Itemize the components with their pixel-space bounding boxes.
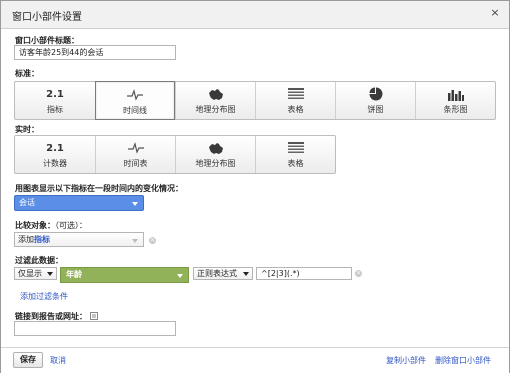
standard-bar-button[interactable]: 条形图 <box>415 82 495 119</box>
realtime-counter-label: 计数器 <box>43 159 67 168</box>
realtime-map-label: 地理分布图 <box>195 159 236 168</box>
counter-icon: 2.1 <box>46 142 64 154</box>
timeline-icon <box>127 89 143 101</box>
filter-match-select[interactable]: 正则表达式 <box>193 267 253 280</box>
widget-title-input[interactable] <box>14 45 176 60</box>
realtime-table-label: 表格 <box>287 159 304 168</box>
standard-metric-button[interactable]: 2.1 指标 <box>15 82 95 119</box>
filter-mode-select[interactable]: 仅显示 <box>14 267 57 280</box>
standard-pie-label: 饼图 <box>367 105 384 114</box>
chevron-down-icon <box>243 272 249 276</box>
filter-label: 过滤此数据： <box>15 256 63 265</box>
help-icon[interactable] <box>90 312 98 320</box>
save-button[interactable]: 保存 <box>13 352 43 368</box>
metric-icon: 2.1 <box>46 88 64 100</box>
table-icon <box>287 87 304 99</box>
realtime-label: 实时： <box>15 125 39 134</box>
standard-pie-button[interactable]: 饼图 <box>335 82 415 119</box>
map-icon <box>208 88 223 100</box>
map-icon <box>208 142 223 154</box>
chevron-down-icon <box>132 239 138 243</box>
realtime-counter-button[interactable]: 2.1 计数器 <box>15 136 95 173</box>
standard-timeline-label: 时间线 <box>123 106 147 115</box>
standard-visualization-group: 2.1 指标 时间线 地理分布图 表格 饼图 条形图 <box>14 81 496 120</box>
standard-label: 标准： <box>15 69 39 78</box>
standard-table-label: 表格 <box>287 105 304 114</box>
metric-label: 用图表显示以下指标在一段时间内的变化情况： <box>15 184 183 193</box>
standard-metric-label: 指标 <box>47 105 63 114</box>
widget-settings-dialog: 窗口小部件设置 × 窗口小部件标题： 标准： 2.1 指标 时间线 地理分布图 <box>0 0 510 373</box>
compare-add-prefix: 添加 <box>18 235 34 244</box>
standard-bar-label: 条形图 <box>443 105 468 114</box>
standard-map-button[interactable]: 地理分布图 <box>175 82 255 119</box>
bar-chart-icon <box>447 89 464 101</box>
dialog-footer: 保存 取消 复制小部件 删除窗口小部件 <box>1 347 509 373</box>
filter-mode-value: 仅显示 <box>18 269 42 278</box>
filter-expression-input[interactable] <box>256 267 352 280</box>
realtime-timeline-button[interactable]: 时间表 <box>95 136 175 173</box>
add-filter-link[interactable]: 添加过滤条件 <box>20 291 68 302</box>
cancel-link[interactable]: 取消 <box>50 355 66 366</box>
link-label-text: 链接到报告或网址： <box>15 312 87 321</box>
metric-select-value: 会话 <box>19 198 35 207</box>
link-url-input[interactable] <box>14 321 176 336</box>
close-icon[interactable]: × <box>489 7 501 19</box>
chevron-down-icon <box>47 272 53 276</box>
realtime-table-button[interactable]: 表格 <box>255 136 335 173</box>
realtime-timeline-label: 时间表 <box>123 159 148 168</box>
dialog-title: 窗口小部件设置 <box>12 12 82 23</box>
remove-filter-icon[interactable]: × <box>355 270 362 277</box>
pie-icon <box>369 87 382 101</box>
remove-compare-icon[interactable]: × <box>149 237 156 244</box>
chevron-down-icon <box>177 274 183 278</box>
filter-match-value: 正则表达式 <box>197 269 237 278</box>
timeline-icon <box>127 142 144 154</box>
realtime-map-button[interactable]: 地理分布图 <box>175 136 255 173</box>
realtime-visualization-group: 2.1 计数器 时间表 地理分布图 表格 <box>14 135 336 174</box>
filter-dimension-select[interactable]: 年龄 <box>60 267 189 283</box>
dialog-titlebar: 窗口小部件设置 × <box>1 1 509 29</box>
delete-widget-link[interactable]: 删除窗口小部件 <box>435 355 491 366</box>
compare-label-text: 比较对象： <box>15 221 55 230</box>
standard-table-button[interactable]: 表格 <box>255 82 335 119</box>
compare-metric-select[interactable]: 添加指标 <box>14 232 144 247</box>
compare-add-metric: 指标 <box>34 235 50 244</box>
table-icon <box>287 141 304 153</box>
filter-dimension-value: 年龄 <box>66 270 82 279</box>
chevron-down-icon <box>132 202 138 206</box>
metric-select[interactable]: 会话 <box>14 195 144 211</box>
standard-map-label: 地理分布图 <box>195 105 236 114</box>
clone-widget-link[interactable]: 复制小部件 <box>386 355 426 366</box>
standard-timeline-button[interactable]: 时间线 <box>95 81 175 120</box>
compare-label: 比较对象：（可选）： <box>15 220 87 231</box>
compare-optional-text: （可选）： <box>55 221 87 230</box>
